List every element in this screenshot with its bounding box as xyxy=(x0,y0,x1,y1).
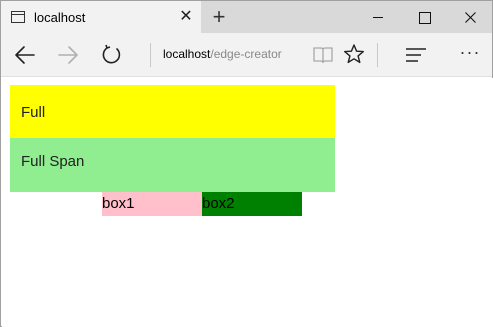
close-icon[interactable]: ✕ xyxy=(178,7,194,27)
favorite-star-icon[interactable] xyxy=(343,43,365,65)
address-host: localhost xyxy=(163,47,211,61)
window-close-icon[interactable] xyxy=(447,1,493,33)
tab-title: localhost xyxy=(34,10,86,25)
page-content: Full Full Span box1 box2 xyxy=(2,78,493,327)
address-path: /edge-creator xyxy=(210,47,282,61)
box1: box1 xyxy=(102,192,202,216)
toolbar-separator xyxy=(377,43,378,67)
browser-window: localhost ✕ + localhost/edge-creator ···… xyxy=(0,0,493,327)
full-span-block: Full Span xyxy=(10,138,335,192)
navigation-bar: localhost/edge-creator ··· xyxy=(1,33,492,77)
maximize-icon[interactable] xyxy=(401,1,447,33)
box2-label: box2 xyxy=(202,195,235,212)
reading-view-icon[interactable] xyxy=(312,44,334,66)
hub-icon[interactable] xyxy=(405,45,427,65)
tab-localhost[interactable]: localhost ✕ xyxy=(1,1,201,33)
refresh-icon[interactable] xyxy=(100,43,124,67)
title-bar: localhost ✕ + xyxy=(1,1,492,33)
full-block: Full xyxy=(10,85,335,138)
forward-arrow-icon[interactable] xyxy=(56,43,80,67)
box2: box2 xyxy=(202,192,302,216)
minimize-icon[interactable] xyxy=(355,1,401,33)
plus-icon[interactable]: + xyxy=(208,5,230,29)
address-bar[interactable]: localhost/edge-creator xyxy=(163,47,282,61)
address-separator xyxy=(150,43,151,67)
full-span-label: Full Span xyxy=(21,153,85,170)
page-icon xyxy=(11,11,25,23)
full-label: Full xyxy=(21,104,46,121)
back-arrow-icon[interactable] xyxy=(13,43,37,67)
more-icon[interactable]: ··· xyxy=(458,43,482,65)
box1-label: box1 xyxy=(102,195,135,212)
